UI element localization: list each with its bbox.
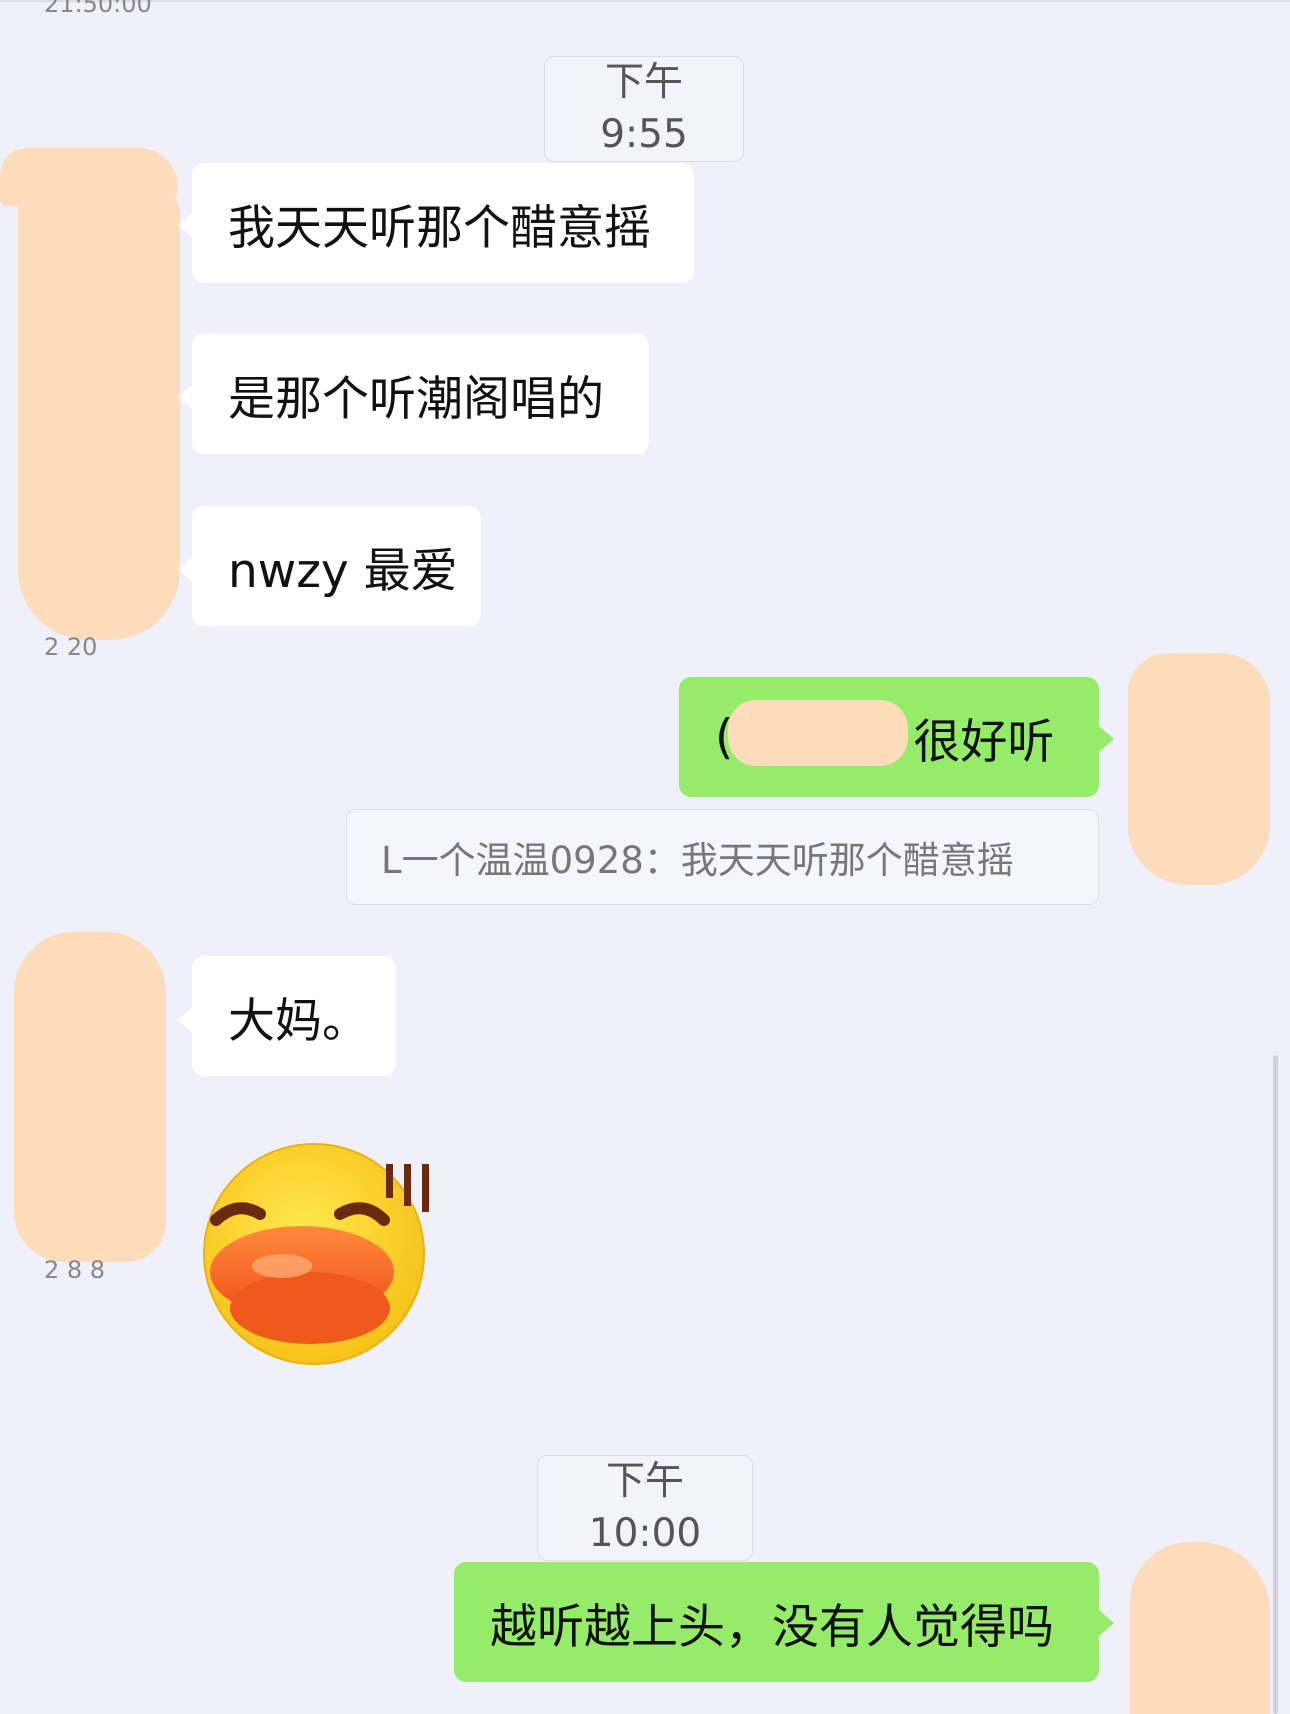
message-text: 我天天听那个醋意摇 bbox=[228, 200, 651, 256]
quote-text: L一个温温0928：我天天听那个醋意摇 bbox=[381, 839, 1014, 882]
duck-sticker[interactable] bbox=[192, 1142, 444, 1368]
incoming-message[interactable]: 是那个听潮阁唱的 bbox=[192, 334, 649, 454]
incoming-message[interactable]: 大妈。 bbox=[192, 956, 396, 1076]
message-time: 2 8 8 bbox=[44, 1256, 106, 1284]
message-text: nwzy 最爱 bbox=[228, 543, 458, 599]
incoming-message[interactable]: 我天天听那个醋意摇 bbox=[192, 163, 694, 283]
scrollbar[interactable] bbox=[1273, 1055, 1278, 1714]
redacted-sender-name bbox=[18, 190, 180, 640]
previous-message-time: 21:50:00 bbox=[44, 0, 152, 18]
quoted-reply[interactable]: L一个温温0928：我天天听那个醋意摇 bbox=[346, 809, 1099, 905]
incoming-message[interactable]: nwzy 最爱 bbox=[192, 506, 481, 626]
message-text: 很好听 bbox=[913, 714, 1055, 770]
redacted-avatar bbox=[1128, 653, 1270, 885]
top-divider bbox=[0, 0, 1290, 2]
redacted-text bbox=[728, 700, 908, 766]
time-separator: 下午 10:00 bbox=[537, 1455, 753, 1561]
redacted-avatar bbox=[1130, 1542, 1270, 1714]
message-time: 2 20 bbox=[44, 633, 98, 661]
message-text: 越听越上头，没有人觉得吗 bbox=[490, 1599, 1054, 1655]
message-text: 是那个听潮阁唱的 bbox=[228, 371, 604, 427]
time-separator: 下午 9:55 bbox=[544, 56, 744, 162]
redacted-avatar bbox=[14, 932, 166, 1262]
outgoing-message[interactable]: 越听越上头，没有人觉得吗 bbox=[454, 1562, 1099, 1682]
message-text: 大妈。 bbox=[228, 993, 369, 1049]
